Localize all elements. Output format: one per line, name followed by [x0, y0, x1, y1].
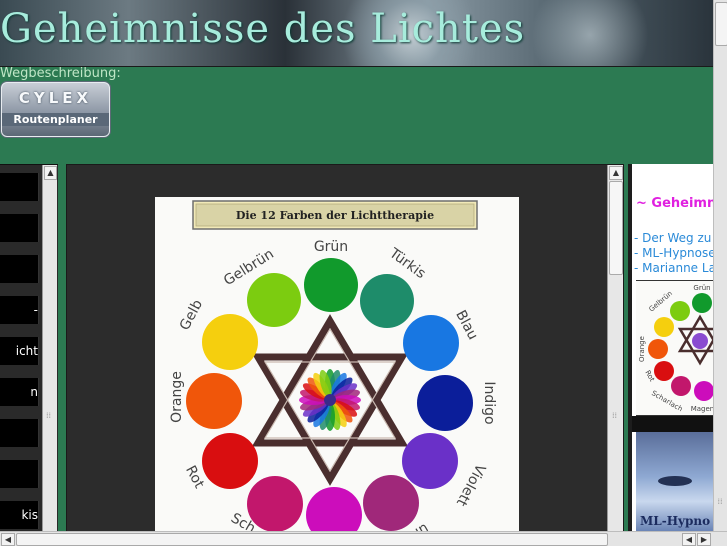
content-scrollbar[interactable]: ▲ ⁞⁞ [607, 165, 623, 532]
routenplaner-button[interactable]: CYLEX Routenplaner [1, 82, 110, 137]
left-frame-scrollbar[interactable]: ▲ ⁞⁞ [42, 165, 57, 532]
color-circle-magenta [306, 487, 362, 532]
window-resize-grip-icon[interactable]: ⁞⁞ [713, 497, 727, 527]
site-banner: Geheimnisse des Lichtes [0, 0, 713, 67]
thumb-label-gelbruen: Gelbrün [647, 289, 673, 313]
directions-label: Wegbeschreibung: [0, 66, 121, 81]
mandala-center [324, 394, 336, 406]
right-link-2[interactable]: - ML-Hypnoset [634, 246, 717, 260]
nav-item-3[interactable] [0, 255, 39, 283]
nav-item-7[interactable] [0, 419, 39, 447]
color-circle-rot [202, 433, 258, 489]
color-circle-blau [403, 315, 459, 371]
color-circle-indigo [417, 375, 473, 431]
scroll-right-arrow-icon[interactable]: ▶ [697, 533, 711, 546]
right-panel-title: ~ Geheimn [636, 196, 717, 211]
label-orange: Orange [169, 371, 185, 423]
nav-item-4[interactable]: - [0, 296, 39, 324]
central-mandala [299, 369, 361, 431]
horizontal-scroll-thumb[interactable] [16, 533, 608, 546]
photo-caption: ML-Hypno [640, 514, 711, 528]
cylex-logo: CYLEX [18, 89, 93, 107]
label-indigo: Indigo [481, 381, 497, 424]
right-link-1[interactable]: - Der Weg zu n [634, 231, 717, 245]
divider [632, 416, 717, 432]
nav-item-6[interactable]: n [0, 378, 39, 406]
thumbnail-wheel-svg: Grün Gelbrün Orange Rot Scharlach Magent… [638, 284, 717, 413]
label-violett: Violett [453, 461, 489, 509]
thumb-circle-magenta [694, 381, 714, 401]
color-wheel-svg: Die 12 Farben der Lichttherapie Grün Tür… [169, 200, 497, 532]
window-vertical-scrollbar[interactable] [713, 0, 727, 531]
right-link-3[interactable]: - Marianne Lan [634, 261, 717, 275]
resize-grip-icon[interactable]: ⁞⁞ [612, 411, 617, 420]
color-circle-gelb [202, 314, 258, 370]
main-content-frame: Die 12 Farben der Lichttherapie Grün Tür… [66, 164, 624, 533]
routenplaner-label: Routenplaner [2, 113, 109, 126]
thumb-circle-gruen [692, 293, 712, 313]
resize-grip-icon[interactable]: ⁞⁞ [46, 411, 54, 423]
nav-item-9[interactable]: kis [0, 501, 39, 529]
right-info-frame: ~ Geheimn - Der Weg zu n - ML-Hypnoset -… [628, 164, 717, 531]
nav-item-1[interactable] [0, 173, 39, 201]
left-nav-frame: - icht n kis ▲ ⁞⁞ [0, 164, 58, 532]
thumb-circle-rot [654, 361, 674, 381]
nav-item-8[interactable] [0, 460, 39, 488]
wheel-title: Die 12 Farben der Lichttherapie [236, 209, 434, 222]
color-circle-gelbruen [247, 273, 301, 327]
thumb-circle-gelb [654, 317, 674, 337]
thumb-label-gruen: Grün [693, 284, 710, 292]
color-wheel-image: Die 12 Farben der Lichttherapie Grün Tür… [155, 197, 519, 532]
scroll-up-arrow-icon[interactable]: ▲ [609, 166, 623, 180]
window-horizontal-scrollbar[interactable]: ◀ ◀ ▶ [0, 531, 727, 546]
nav-item-5[interactable]: icht [0, 337, 39, 365]
thumb-circle-gelbruen [670, 301, 690, 321]
color-circle-purpur [363, 475, 419, 531]
thumb-label-orange: Orange [638, 336, 646, 362]
label-gelb: Gelb [177, 297, 206, 333]
color-circle-violett [402, 433, 458, 489]
color-wheel-thumbnail[interactable]: Grün Gelbrün Orange Rot Scharlach Magent… [636, 280, 717, 416]
color-circle-orange [186, 373, 242, 429]
label-gruen: Grün [314, 239, 348, 255]
color-circle-tuerkis [360, 274, 414, 328]
bird-silhouette [658, 476, 692, 486]
scroll-left-arrow-icon-2[interactable]: ◀ [682, 533, 696, 546]
scroll-thumb[interactable] [609, 181, 623, 275]
scroll-up-arrow-icon[interactable]: ▲ [44, 166, 57, 180]
thumb-circle-orange [648, 339, 668, 359]
site-title: Geheimnisse des Lichtes [0, 6, 526, 52]
nav-item-2[interactable] [0, 214, 39, 242]
hypnose-banner-image[interactable]: ML-Hypno [636, 432, 717, 531]
banner-light-swirl-right [520, 0, 660, 66]
thumb-circle-scharlach [671, 376, 691, 396]
scroll-left-arrow-icon[interactable]: ◀ [1, 533, 15, 546]
window-scroll-thumb[interactable] [715, 2, 727, 46]
color-circle-gruen [304, 258, 358, 312]
